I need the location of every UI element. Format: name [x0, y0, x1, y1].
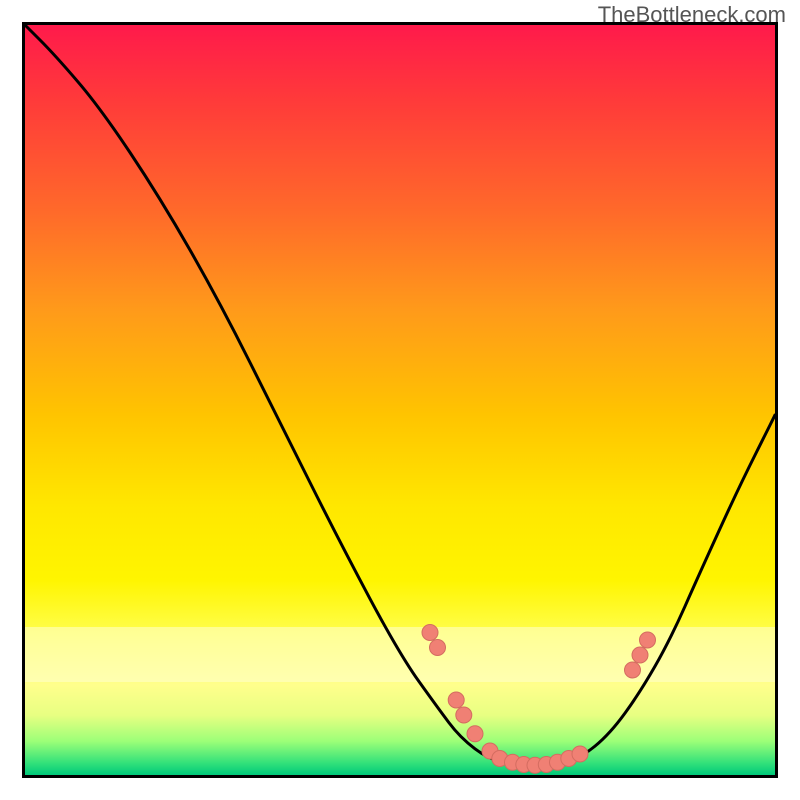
data-point — [572, 746, 588, 762]
chart-frame — [22, 22, 778, 778]
data-point — [448, 692, 464, 708]
chart-curve-svg — [25, 25, 775, 775]
data-point — [430, 640, 446, 656]
data-point — [456, 707, 472, 723]
data-point — [422, 625, 438, 641]
data-point-group — [422, 625, 656, 774]
data-point — [625, 662, 641, 678]
data-point — [467, 726, 483, 742]
bottleneck-curve — [25, 25, 775, 766]
data-point — [640, 632, 656, 648]
data-point — [632, 647, 648, 663]
